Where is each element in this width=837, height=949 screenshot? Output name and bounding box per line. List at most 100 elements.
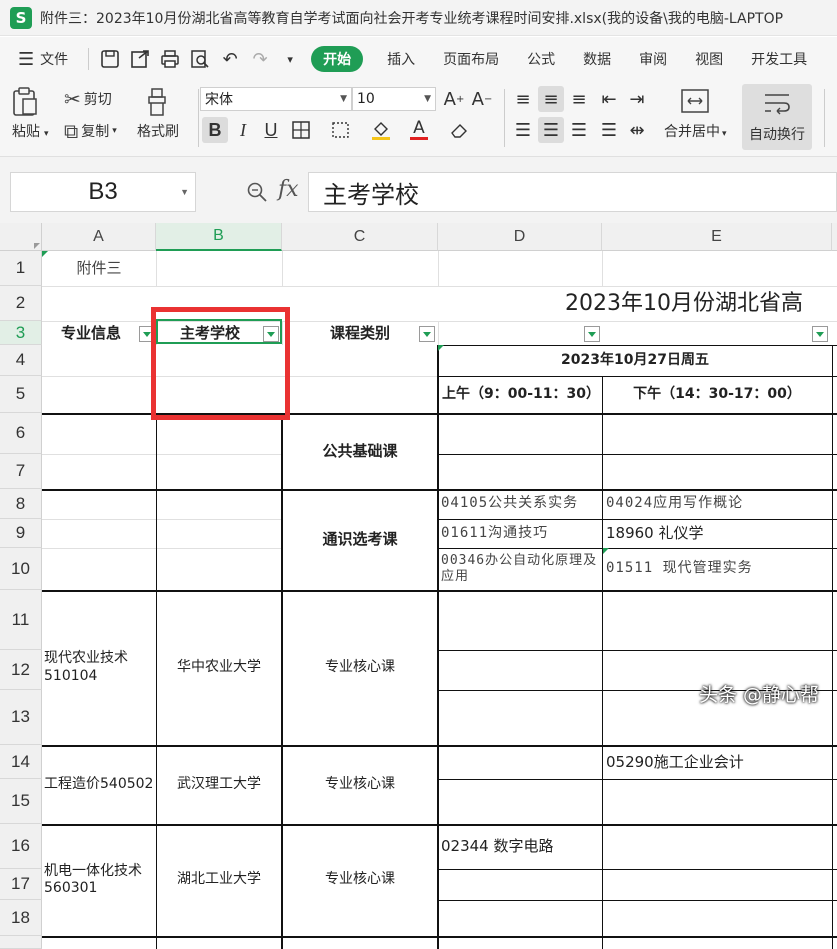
paste-button[interactable]: 粘贴 ▾ <box>12 87 49 141</box>
filter-dropdown-icon[interactable] <box>584 326 600 342</box>
cell-a1[interactable]: 附件三 <box>42 251 156 286</box>
file-menu[interactable]: ☰ 文件 <box>0 37 82 81</box>
major-cell[interactable]: 工程造价540502 <box>44 745 156 824</box>
column-header-e[interactable]: E <box>602 223 832 251</box>
date-header[interactable]: 2023年10月27日周五 <box>438 345 832 376</box>
tab-insert[interactable]: 插入 <box>373 37 429 81</box>
tab-home[interactable]: 开始 <box>311 46 364 72</box>
row-header-12[interactable]: 12 <box>0 650 42 690</box>
align-bottom-icon[interactable]: ≡ <box>566 86 592 112</box>
print-icon[interactable] <box>158 47 182 71</box>
align-middle-icon[interactable]: ≡ <box>538 86 564 112</box>
zoom-search-icon[interactable] <box>246 181 268 208</box>
export-icon[interactable] <box>128 47 152 71</box>
column-header-d[interactable]: D <box>438 223 602 251</box>
justify-icon[interactable]: ☰ <box>596 117 622 143</box>
tab-view[interactable]: 视图 <box>681 37 737 81</box>
tab-developer[interactable]: 开发工具 <box>737 37 821 81</box>
course-type-cell[interactable]: 专业核心课 <box>282 745 438 824</box>
row-header-3[interactable]: 3 <box>0 321 42 345</box>
row-header-5[interactable]: 5 <box>0 376 42 413</box>
course-cell[interactable]: 01611沟通技巧 <box>441 519 601 548</box>
indent-decrease-icon[interactable]: ⇤ <box>596 86 622 112</box>
undo-icon[interactable]: ↶ <box>218 47 242 71</box>
tab-page-layout[interactable]: 页面布局 <box>429 37 513 81</box>
row-header-7[interactable]: 7 <box>0 454 42 489</box>
school-cell[interactable]: 武汉理工大学 <box>156 745 282 824</box>
save-icon[interactable] <box>98 47 122 71</box>
public-basic-course-cell[interactable]: 公共基础课 <box>282 413 438 489</box>
school-cell[interactable]: 湖北工业大学 <box>156 824 282 936</box>
decrease-font-icon[interactable]: A − <box>469 86 495 112</box>
fill-color-icon[interactable] <box>368 117 394 143</box>
row-header-1[interactable]: 1 <box>0 251 42 286</box>
bold-button[interactable]: B <box>202 117 228 143</box>
sheet-title-cell[interactable]: 2023年10月份湖北省高 <box>565 286 837 321</box>
column-header-f[interactable] <box>832 223 837 251</box>
header-major-info[interactable]: 专业信息 <box>42 321 140 345</box>
row-header-9[interactable]: 9 <box>0 519 42 548</box>
font-name-select[interactable]: 宋体 ▼ <box>200 87 352 111</box>
indent-increase-icon[interactable]: ⇥ <box>624 86 650 112</box>
align-center-icon[interactable]: ☰ <box>538 117 564 143</box>
tab-formulas[interactable]: 公式 <box>513 37 569 81</box>
chevron-down-icon[interactable]: ▾ <box>278 47 302 71</box>
course-cell[interactable]: 04105公共关系实务 <box>441 489 601 519</box>
wrap-text-button[interactable]: 自动换行 <box>742 84 812 150</box>
course-cell[interactable]: 05290施工企业会计 <box>606 745 832 779</box>
italic-button[interactable]: I <box>230 117 256 143</box>
formula-input[interactable]: 主考学校 <box>308 172 837 212</box>
name-box[interactable]: B3 ▼ <box>10 172 196 212</box>
row-header-8[interactable]: 8 <box>0 489 42 519</box>
copy-button[interactable]: ⧉ 复制 ▾ <box>64 119 117 143</box>
major-cell[interactable]: 现代农业技术510104 <box>44 590 154 745</box>
tab-review[interactable]: 审阅 <box>625 37 681 81</box>
eraser-icon[interactable] <box>446 117 472 143</box>
tab-data[interactable]: 数据 <box>569 37 625 81</box>
course-cell[interactable]: 01511 现代管理实务 <box>606 548 832 590</box>
row-header-13[interactable]: 13 <box>0 690 42 745</box>
row-header-15[interactable]: 15 <box>0 779 42 824</box>
course-cell[interactable]: 18960 礼仪学 <box>606 519 832 548</box>
row-header-14[interactable]: 14 <box>0 745 42 779</box>
course-type-cell[interactable]: 专业核心课 <box>282 824 438 936</box>
align-right-icon[interactable]: ☰ <box>566 117 592 143</box>
redo-icon[interactable]: ↷ <box>248 47 272 71</box>
morning-session-header[interactable]: 上午（9：00-11：30） <box>442 376 598 413</box>
school-cell[interactable]: 华中农业大学 <box>156 590 282 745</box>
align-left-icon[interactable]: ☰ <box>510 117 536 143</box>
filter-dropdown-icon[interactable] <box>812 326 828 342</box>
underline-button[interactable]: U <box>258 117 284 143</box>
column-header-b[interactable]: B <box>156 223 282 251</box>
column-header-a[interactable]: A <box>42 223 156 251</box>
header-course-type[interactable]: 课程类别 <box>282 321 438 345</box>
course-cell[interactable]: 00346办公自动化原理及应用 <box>441 548 599 590</box>
course-type-cell[interactable]: 专业核心课 <box>282 590 438 745</box>
font-size-select[interactable]: 10 ▼ <box>352 87 436 111</box>
borders-icon[interactable] <box>288 117 314 143</box>
increase-font-icon[interactable]: A + <box>441 86 467 112</box>
column-header-c[interactable]: C <box>282 223 438 251</box>
row-header-16[interactable]: 16 <box>0 824 42 869</box>
function-icon[interactable]: fx <box>278 177 299 202</box>
row-header-4[interactable]: 4 <box>0 345 42 376</box>
course-cell[interactable]: 04024应用写作概论 <box>606 489 832 519</box>
row-header-17[interactable]: 17 <box>0 869 42 900</box>
course-cell[interactable]: 02344 数字电路 <box>441 824 601 869</box>
filter-dropdown-icon[interactable] <box>419 326 435 342</box>
font-color-icon[interactable]: A <box>406 117 432 143</box>
general-elective-course-cell[interactable]: 通识选考课 <box>282 489 438 590</box>
row-header-10[interactable]: 10 <box>0 548 42 590</box>
afternoon-session-header[interactable]: 下午（14：30-17：00） <box>602 376 832 413</box>
align-top-icon[interactable]: ≡ <box>510 86 536 112</box>
row-header-2[interactable]: 2 <box>0 286 42 321</box>
row-header-18[interactable]: 18 <box>0 900 42 936</box>
cut-button[interactable]: ✂ 剪切 <box>64 87 112 111</box>
row-header-6[interactable]: 6 <box>0 413 42 454</box>
format-painter-button[interactable]: 格式刷 <box>137 87 179 141</box>
row-header-11[interactable]: 11 <box>0 590 42 650</box>
merge-center-button[interactable]: 合并居中 ▾ <box>664 87 727 141</box>
distributed-icon[interactable]: ⇹ <box>624 117 650 143</box>
print-preview-icon[interactable] <box>188 47 212 71</box>
row-header-19[interactable] <box>0 936 42 949</box>
